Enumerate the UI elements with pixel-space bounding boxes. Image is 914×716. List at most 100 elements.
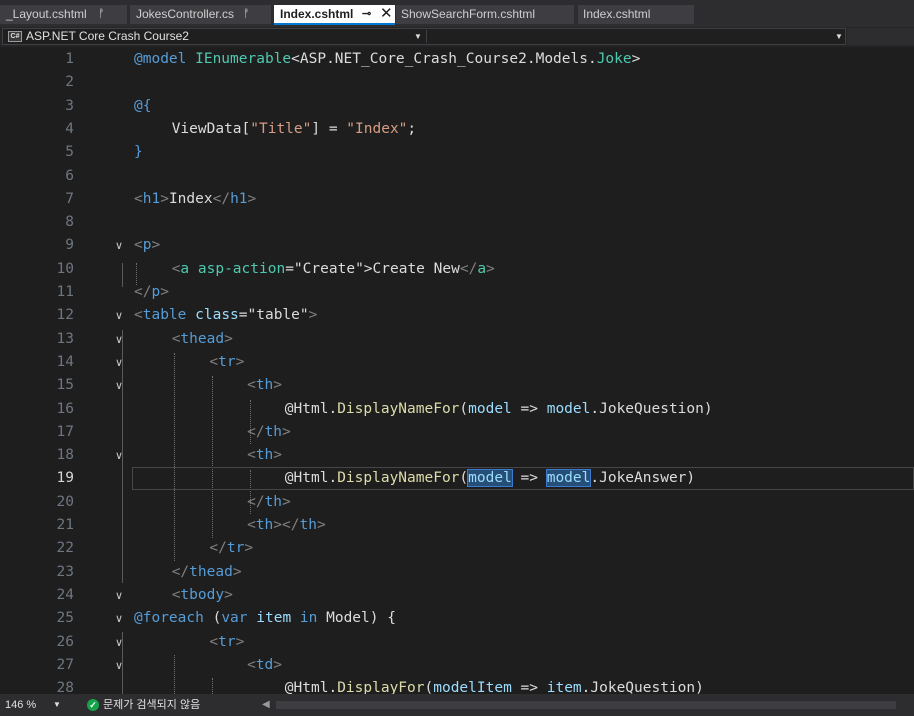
code-line[interactable]: </p> bbox=[134, 281, 169, 304]
scroll-left-icon[interactable]: ◀ bbox=[262, 694, 270, 716]
fold-chevron-icon[interactable]: ∨ bbox=[115, 631, 123, 654]
fold-guide bbox=[122, 263, 123, 287]
code-line[interactable]: <tr> bbox=[209, 351, 244, 374]
code-line[interactable]: <th> bbox=[247, 444, 282, 467]
code-line[interactable]: <th> bbox=[247, 374, 282, 397]
code-token: </ bbox=[459, 260, 478, 277]
tab-layout-cshtml[interactable]: _Layout.cshtml ᚡ bbox=[0, 5, 127, 24]
code-line[interactable]: @foreach (var item in Model) { bbox=[134, 607, 396, 630]
code-line[interactable]: <thead> bbox=[172, 328, 233, 351]
line-number: 16 bbox=[56, 400, 74, 417]
issues-status[interactable]: 문제가 검색되지 않음 bbox=[103, 694, 200, 716]
line-number: 9 bbox=[65, 237, 74, 254]
code-line[interactable]: </tr> bbox=[209, 537, 253, 560]
code-token: > bbox=[273, 447, 283, 464]
chevron-down-icon[interactable]: ▼ bbox=[414, 29, 422, 44]
highlighted-reference: model bbox=[545, 469, 592, 488]
chevron-down-icon[interactable]: ▼ bbox=[835, 29, 843, 44]
line-number: 20 bbox=[56, 493, 74, 510]
code-token: @Html bbox=[284, 400, 329, 417]
fold-chevron-icon[interactable]: ∨ bbox=[115, 374, 123, 397]
close-icon[interactable]: ✕ bbox=[380, 5, 393, 23]
line-number: 3 bbox=[65, 97, 74, 114]
code-token: > bbox=[224, 330, 233, 347]
code-line[interactable]: <a asp-action="Create">Create New</a> bbox=[172, 258, 495, 281]
line-number: 19 bbox=[56, 470, 74, 487]
zoom-level[interactable]: 146 % bbox=[5, 694, 36, 716]
code-line[interactable]: <tr> bbox=[209, 631, 244, 654]
code-token: thead bbox=[180, 330, 225, 347]
pin-icon[interactable]: ᚡ bbox=[243, 5, 250, 24]
line-number: 17 bbox=[56, 423, 74, 440]
code-token: thead bbox=[189, 563, 233, 580]
indent-guide bbox=[174, 655, 175, 694]
code-line[interactable]: <td> bbox=[247, 654, 282, 677]
code-line[interactable]: @Html.DisplayNameFor(model => model.Joke… bbox=[285, 398, 713, 421]
pin-icon[interactable]: ⊸ bbox=[362, 5, 371, 23]
fold-chevron-icon[interactable]: ∨ bbox=[115, 584, 123, 607]
code-line[interactable]: @model IEnumerable<ASP.NET_Core_Crash_Co… bbox=[134, 48, 640, 71]
fold-chevron-icon[interactable]: ∨ bbox=[115, 234, 123, 257]
line-number: 21 bbox=[56, 517, 74, 533]
tab-index-cshtml-active[interactable]: Index.cshtml ⊸ ✕ bbox=[274, 5, 395, 25]
code-line[interactable]: ViewData["Title"] = "Index"; bbox=[172, 118, 416, 141]
code-token: p bbox=[151, 284, 161, 300]
line-number: 13 bbox=[56, 330, 74, 347]
line-number: 1 bbox=[65, 51, 74, 67]
code-line[interactable]: <table class="table"> bbox=[134, 304, 317, 327]
fold-chevron-icon[interactable]: ∨ bbox=[115, 351, 123, 374]
code-line[interactable]: </th> bbox=[247, 421, 291, 444]
code-line[interactable]: @Html.DisplayFor(modelItem => item.JokeQ… bbox=[285, 677, 704, 694]
code-token: DisplayNameFor bbox=[337, 470, 460, 487]
line-number: 6 bbox=[65, 167, 74, 184]
line-number: 25 bbox=[56, 610, 74, 627]
code-line[interactable]: <h1>Index</h1> bbox=[134, 188, 256, 211]
document-tab-bar: _Layout.cshtml ᚡ JokesController.cs ᚡ In… bbox=[0, 0, 914, 27]
code-token: h1 bbox=[142, 190, 161, 207]
code-token: < bbox=[247, 447, 256, 464]
line-number: 22 bbox=[56, 540, 74, 557]
code-token: => bbox=[511, 400, 547, 417]
fold-chevron-icon[interactable]: ∨ bbox=[115, 328, 123, 351]
tab-jokescontroller-cs[interactable]: JokesController.cs ᚡ bbox=[130, 5, 271, 24]
fold-chevron-icon[interactable]: ∨ bbox=[115, 654, 123, 677]
code-token: > bbox=[235, 353, 245, 370]
code-line[interactable]: <p> bbox=[134, 234, 160, 257]
tab-showsearchform-cshtml[interactable]: ShowSearchForm.cshtml bbox=[396, 5, 574, 24]
code-line[interactable]: </thead> bbox=[172, 561, 242, 584]
fold-chevron-icon[interactable]: ∨ bbox=[115, 444, 123, 467]
chevron-down-icon[interactable]: ▼ bbox=[53, 694, 61, 716]
code-token: asp-action bbox=[197, 260, 286, 277]
project-dropdown[interactable]: C# ASP.NET Core Crash Course2 ▼ ▼ bbox=[2, 28, 846, 45]
code-line[interactable]: @{ bbox=[134, 95, 151, 118]
line-number: 4 bbox=[65, 120, 74, 137]
code-token: . bbox=[328, 680, 338, 694]
horizontal-scrollbar[interactable] bbox=[276, 701, 896, 709]
glyph-margin bbox=[0, 47, 28, 694]
fold-chevron-icon[interactable]: ∨ bbox=[115, 607, 123, 630]
code-line[interactable]: <th></th> bbox=[247, 514, 326, 537]
code-editor[interactable]: 1 2 3 4 5 6 7 8 9 ∨ 10 11 12 ∨ 13 ∨ 14 ∨ 15 ∨ 16 17 18 ∨ 19 20 21 2… bbox=[0, 47, 914, 694]
code-token: < bbox=[134, 190, 143, 207]
tab-label: _Layout.cshtml bbox=[6, 7, 87, 21]
tab-label: JokesController.cs bbox=[136, 7, 235, 21]
code-line[interactable]: @Html.DisplayNameFor(model => model.Joke… bbox=[285, 467, 695, 490]
code-token: </ bbox=[171, 563, 190, 580]
code-token: DisplayNameFor bbox=[337, 400, 460, 417]
fold-chevron-icon[interactable]: ∨ bbox=[115, 304, 123, 327]
code-token: "Title" bbox=[250, 120, 312, 137]
code-token: < bbox=[134, 237, 143, 254]
status-bar: 146 % ▼ ✓ 문제가 검색되지 않음 ◀ bbox=[0, 694, 914, 716]
pin-icon[interactable]: ᚡ bbox=[98, 5, 105, 24]
tab-index-cshtml[interactable]: Index.cshtml bbox=[578, 5, 694, 24]
code-token: . bbox=[328, 470, 338, 487]
code-token: Model) { bbox=[317, 610, 396, 627]
line-number: 27 bbox=[56, 656, 74, 673]
code-token: "> bbox=[355, 260, 373, 277]
code-token: ( bbox=[203, 610, 222, 627]
code-line[interactable]: <tbody> bbox=[172, 584, 233, 607]
code-line[interactable]: </th> bbox=[247, 491, 291, 514]
code-line[interactable]: } bbox=[134, 141, 143, 164]
code-token: item bbox=[256, 610, 292, 627]
